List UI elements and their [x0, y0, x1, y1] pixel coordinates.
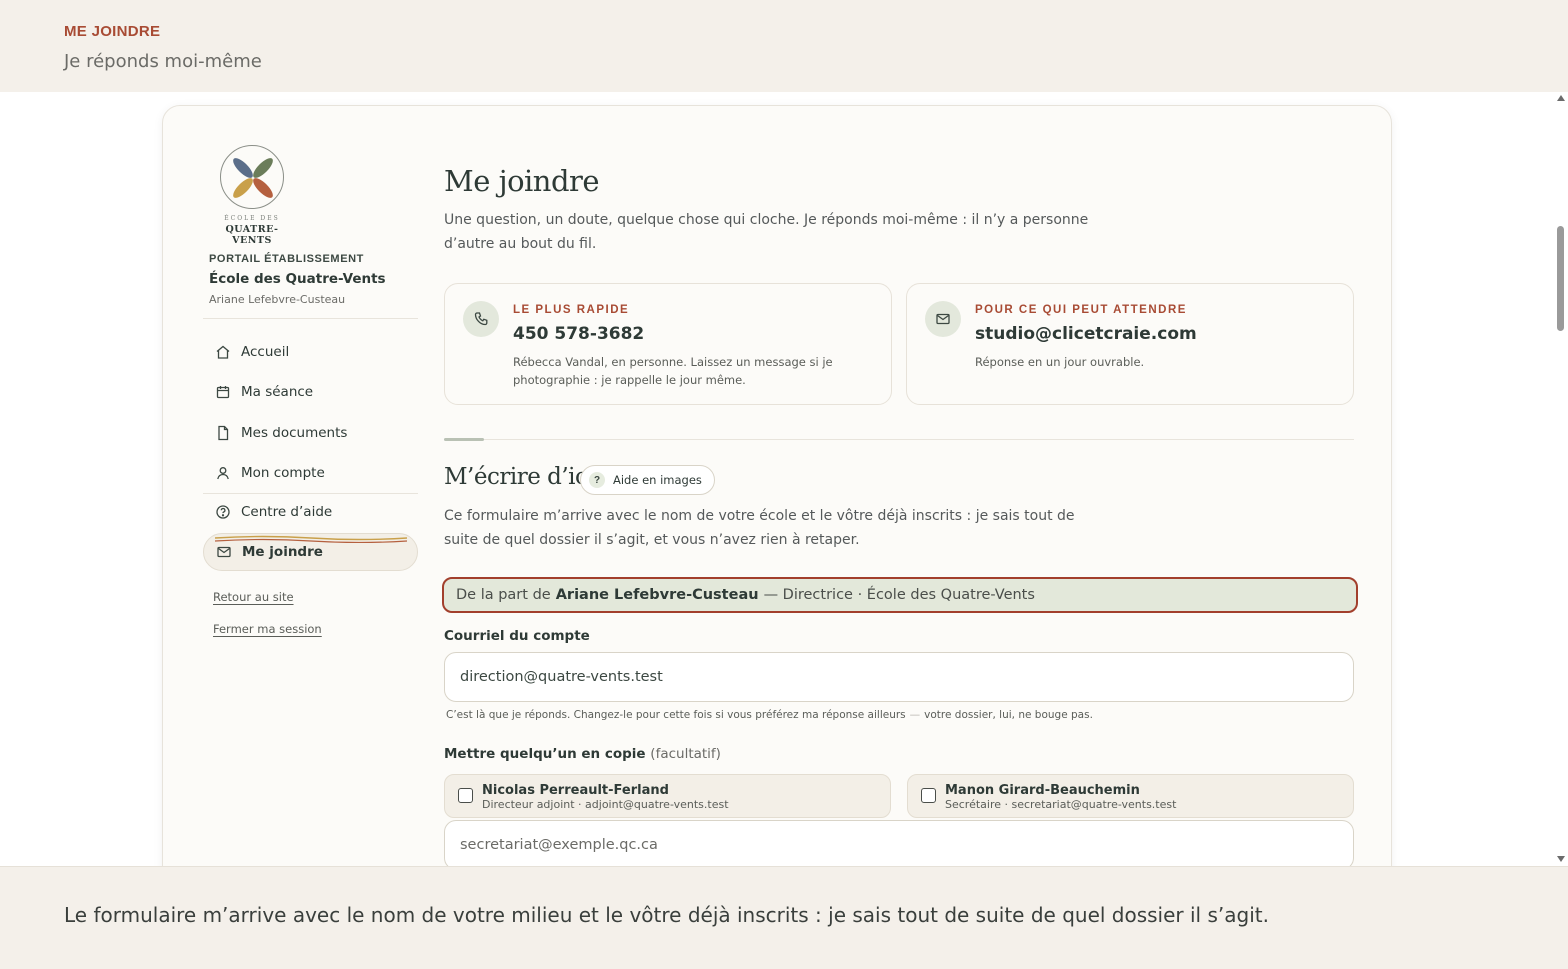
phone-icon — [463, 301, 499, 337]
back-to-site-link[interactable]: Retour au site — [213, 590, 294, 604]
contact-note: Réponse en un jour ouvrable. — [975, 355, 1145, 369]
contact-eyebrow: POUR CE QUI PEUT ATTENDRE — [975, 304, 1187, 316]
home-icon — [215, 344, 231, 360]
sender-prefix: De la part de — [456, 587, 551, 603]
sender-role: — Directrice · École des Quatre-Vents — [763, 587, 1035, 603]
sidebar-item-label: Ma séance — [241, 384, 314, 400]
browser-viewport: ÉCOLE DES QUATRE-VENTS PORTAIL ÉTABLISSE… — [0, 92, 1568, 866]
section-divider — [444, 439, 1354, 440]
document-icon — [215, 425, 231, 441]
cc-field-label: Mettre quelqu’un en copie (facultatif) — [444, 746, 721, 762]
question-icon: ? — [589, 472, 605, 488]
contact-card-email: POUR CE QUI PEUT ATTENDRE studio@clicetc… — [906, 283, 1354, 405]
school-logo-icon[interactable] — [220, 145, 284, 209]
hint-tail: votre dossier, lui, ne bouge pas. — [924, 709, 1093, 721]
caption-text: Le formulaire m’arrive avec le nom de vo… — [64, 903, 1269, 927]
sidebar-item-label: Mes documents — [241, 425, 348, 441]
email-field-hint: C’est là que je réponds. Changez-le pour… — [446, 709, 1093, 721]
cc-person-name: Nicolas Perreault-Ferland — [482, 783, 669, 798]
email-field[interactable]: direction@quatre-vents.test — [444, 652, 1354, 702]
sidebar-item-label: Accueil — [241, 344, 290, 360]
help-images-button[interactable]: ? Aide en images — [580, 465, 715, 495]
cc-person-role: Secrétaire · secretariat@quatre-vents.te… — [945, 798, 1177, 811]
sidebar-item-ma-seance[interactable]: Ma séance — [203, 373, 418, 411]
portal-label: PORTAIL ÉTABLISSEMENT — [209, 253, 364, 265]
school-name: École des Quatre-Vents — [209, 271, 386, 287]
sidebar-item-label: Me joindre — [242, 544, 323, 560]
sidebar-item-label: Centre d’aide — [241, 504, 333, 520]
cc-person-role: Directeur adjoint · adjoint@quatre-vents… — [482, 798, 729, 811]
logo-caption-name: QUATRE-VENTS — [225, 224, 279, 246]
cc-email-input[interactable]: secretariat@exemple.qc.ca — [444, 820, 1354, 866]
hint-dash: — — [909, 709, 921, 721]
cc-option-manon[interactable]: Manon Girard-Beauchemin Secrétaire · sec… — [907, 774, 1354, 818]
phone-number[interactable]: 450 578-3682 — [513, 324, 644, 344]
logout-link[interactable]: Fermer ma session — [213, 622, 322, 636]
contact-eyebrow: LE PLUS RAPIDE — [513, 304, 630, 316]
page-title: Me joindre — [444, 164, 600, 198]
cc-person-name: Manon Girard-Beauchemin — [945, 783, 1140, 798]
cc-option-nicolas[interactable]: Nicolas Perreault-Ferland Directeur adjo… — [444, 774, 891, 818]
mail-icon — [216, 544, 232, 560]
cc-checkbox[interactable] — [921, 788, 936, 803]
email-field-label: Courriel du compte — [444, 628, 590, 644]
scroll-down-icon[interactable] — [1557, 856, 1565, 862]
cc-label-text: Mettre quelqu’un en copie — [444, 746, 646, 762]
sidebar-item-accueil[interactable]: Accueil — [203, 333, 418, 371]
banner-subtitle: Je réponds moi-même — [64, 51, 262, 72]
top-banner: ME JOINDRE Je réponds moi-même — [0, 0, 1568, 92]
help-circle-icon — [215, 504, 231, 520]
logo-caption-small: ÉCOLE DES — [224, 215, 280, 222]
sidebar-item-label: Mon compte — [241, 465, 325, 481]
email-address[interactable]: studio@clicetcraie.com — [975, 324, 1197, 344]
help-images-label: Aide en images — [613, 473, 702, 487]
page-scrollbar[interactable] — [1554, 92, 1568, 866]
sender-banner: De la part de Ariane Lefebvre-Custeau — … — [442, 577, 1358, 613]
section-divider-accent — [444, 438, 484, 441]
user-icon — [215, 465, 231, 481]
sidebar-item-mon-compte[interactable]: Mon compte — [203, 454, 418, 492]
contact-note: Rébecca Vandal, en personne. Laissez un … — [513, 355, 833, 387]
sidebar-item-centre-aide[interactable]: Centre d’aide — [203, 493, 418, 531]
form-description: Ce formulaire m’arrive avec le nom de vo… — [444, 508, 1075, 548]
scroll-up-icon[interactable] — [1557, 95, 1565, 101]
sidebar-item-mes-documents[interactable]: Mes documents — [203, 414, 418, 452]
portal-card: ÉCOLE DES QUATRE-VENTS PORTAIL ÉTABLISSE… — [162, 105, 1392, 866]
hint-text: C’est là que je réponds. Changez-le pour… — [446, 709, 906, 721]
page-intro: Une question, un doute, quelque chose qu… — [444, 212, 1089, 252]
calendar-icon — [215, 384, 231, 400]
cc-checkbox[interactable] — [458, 788, 473, 803]
sidebar-divider — [203, 318, 418, 319]
contact-card-phone: LE PLUS RAPIDE 450 578-3682 Rébecca Vand… — [444, 283, 892, 405]
sender-name: Ariane Lefebvre-Custeau — [555, 587, 759, 603]
cc-optional-text: (facultatif) — [650, 746, 721, 762]
banner-eyebrow: ME JOINDRE — [64, 23, 161, 40]
form-title: M’écrire d’ici — [444, 464, 595, 490]
mail-icon — [925, 301, 961, 337]
user-name: Ariane Lefebvre-Custeau — [209, 293, 346, 306]
scrollbar-thumb[interactable] — [1557, 226, 1564, 331]
bottom-caption-banner: Le formulaire m’arrive avec le nom de vo… — [0, 866, 1568, 969]
active-underline-squiggle — [215, 535, 407, 543]
